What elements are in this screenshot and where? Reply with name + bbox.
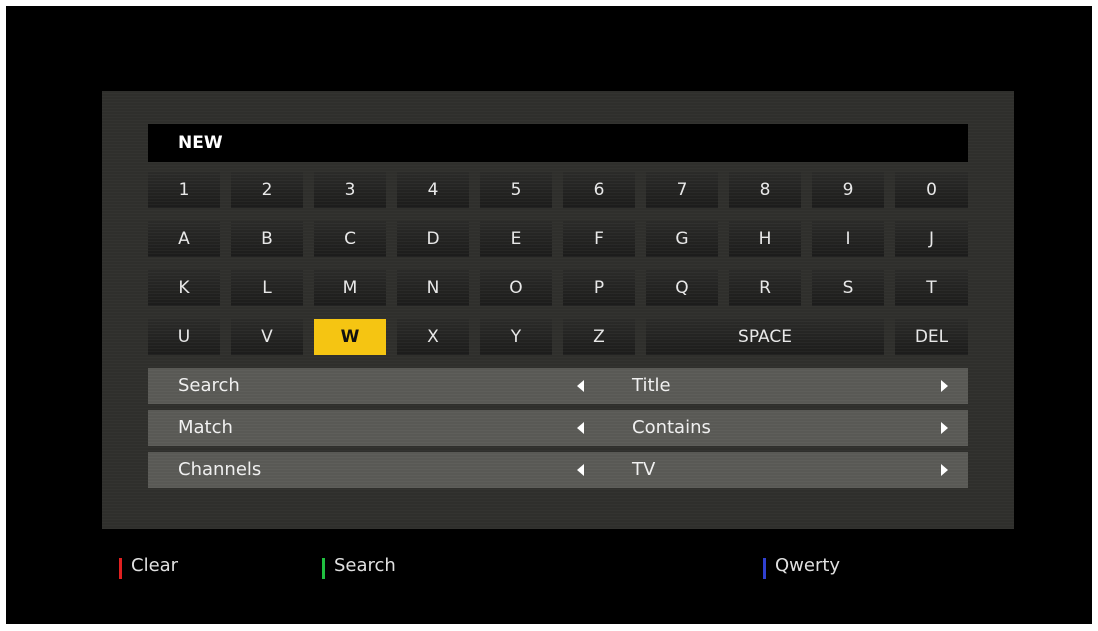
key-1[interactable]: 1 bbox=[148, 172, 220, 208]
key-w-selected[interactable]: W bbox=[314, 319, 386, 355]
key-d[interactable]: D bbox=[397, 221, 469, 257]
key-2[interactable]: 2 bbox=[231, 172, 303, 208]
key-u[interactable]: U bbox=[148, 319, 220, 355]
key-q[interactable]: Q bbox=[646, 270, 718, 306]
option-value: Contains bbox=[632, 417, 711, 438]
key-r[interactable]: R bbox=[729, 270, 801, 306]
arrow-right-icon[interactable] bbox=[941, 464, 948, 476]
key-x[interactable]: X bbox=[397, 319, 469, 355]
key-a[interactable]: A bbox=[148, 221, 220, 257]
option-label: Match bbox=[178, 417, 233, 438]
key-space[interactable]: SPACE bbox=[646, 319, 884, 355]
option-row-search[interactable]: Search Title bbox=[148, 368, 968, 404]
arrow-right-icon[interactable] bbox=[941, 422, 948, 434]
key-i[interactable]: I bbox=[812, 221, 884, 257]
key-j[interactable]: J bbox=[895, 221, 968, 257]
key-f[interactable]: F bbox=[563, 221, 635, 257]
hint-label: Search bbox=[334, 555, 396, 576]
search-text-field[interactable]: NEW bbox=[148, 124, 968, 162]
arrow-left-icon[interactable] bbox=[577, 464, 584, 476]
hint-label: Clear bbox=[131, 555, 179, 576]
key-3[interactable]: 3 bbox=[314, 172, 386, 208]
key-s[interactable]: S bbox=[812, 270, 884, 306]
arrow-left-icon[interactable] bbox=[577, 380, 584, 392]
key-t[interactable]: T bbox=[895, 270, 968, 306]
key-k[interactable]: K bbox=[148, 270, 220, 306]
key-del[interactable]: DEL bbox=[895, 319, 968, 355]
key-5[interactable]: 5 bbox=[480, 172, 552, 208]
option-label: Channels bbox=[178, 459, 262, 480]
key-7[interactable]: 7 bbox=[646, 172, 718, 208]
blue-button-icon bbox=[763, 558, 766, 579]
key-4[interactable]: 4 bbox=[397, 172, 469, 208]
search-keyboard-panel: NEW 1 2 3 4 5 6 7 8 9 0 A B C D E F G H … bbox=[102, 91, 1014, 529]
option-row-channels[interactable]: Channels TV bbox=[148, 452, 968, 488]
arrow-left-icon[interactable] bbox=[577, 422, 584, 434]
key-l[interactable]: L bbox=[231, 270, 303, 306]
option-value: TV bbox=[632, 459, 656, 480]
key-z[interactable]: Z bbox=[563, 319, 635, 355]
option-row-match[interactable]: Match Contains bbox=[148, 410, 968, 446]
option-value: Title bbox=[632, 375, 671, 396]
arrow-right-icon[interactable] bbox=[941, 380, 948, 392]
key-y[interactable]: Y bbox=[480, 319, 552, 355]
key-g[interactable]: G bbox=[646, 221, 718, 257]
key-0[interactable]: 0 bbox=[895, 172, 968, 208]
key-v[interactable]: V bbox=[231, 319, 303, 355]
tv-screen: NEW 1 2 3 4 5 6 7 8 9 0 A B C D E F G H … bbox=[6, 6, 1092, 624]
key-9[interactable]: 9 bbox=[812, 172, 884, 208]
key-e[interactable]: E bbox=[480, 221, 552, 257]
key-h[interactable]: H bbox=[729, 221, 801, 257]
key-m[interactable]: M bbox=[314, 270, 386, 306]
key-o[interactable]: O bbox=[480, 270, 552, 306]
key-b[interactable]: B bbox=[231, 221, 303, 257]
key-c[interactable]: C bbox=[314, 221, 386, 257]
key-8[interactable]: 8 bbox=[729, 172, 801, 208]
key-6[interactable]: 6 bbox=[563, 172, 635, 208]
hint-label: Qwerty bbox=[775, 555, 841, 576]
green-button-icon bbox=[322, 558, 325, 579]
key-n[interactable]: N bbox=[397, 270, 469, 306]
option-label: Search bbox=[178, 375, 240, 396]
search-text-value: NEW bbox=[178, 133, 223, 153]
red-button-icon bbox=[119, 558, 122, 579]
key-p[interactable]: P bbox=[563, 270, 635, 306]
